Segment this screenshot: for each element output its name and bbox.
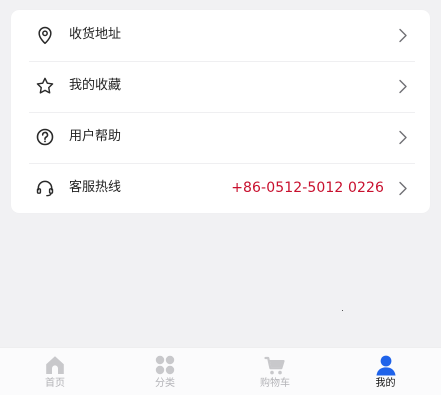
my-account-page: 收货地址 我的收藏 用户帮助 客服热线 +86-0512-5012 0226 首… — [0, 0, 441, 395]
tab-cart[interactable]: 购物车 — [220, 348, 330, 395]
menu-item-service-hotline[interactable]: 客服热线 +86-0512-5012 0226 — [11, 163, 430, 214]
service-hotline-label: 客服热线 — [69, 180, 122, 195]
headset-icon — [36, 180, 54, 197]
tab-mine-label: 我的 — [375, 378, 396, 389]
chevron-right-icon — [399, 130, 407, 145]
tab-mine[interactable]: 我的 — [330, 348, 441, 395]
category-icon — [155, 355, 175, 375]
tab-category-label: 分类 — [155, 378, 175, 389]
menu-item-favorites[interactable]: 我的收藏 — [11, 61, 430, 112]
user-help-label: 用户帮助 — [69, 129, 122, 144]
tab-cart-label: 购物车 — [260, 378, 290, 389]
menu-item-shipping-address[interactable]: 收货地址 — [11, 10, 430, 61]
stray-dot — [342, 310, 343, 311]
home-icon — [46, 356, 64, 374]
chevron-right-icon — [399, 79, 407, 94]
tab-home-label: 首页 — [45, 378, 65, 389]
tab-category[interactable]: 分类 — [110, 348, 220, 395]
menu-item-user-help[interactable]: 用户帮助 — [11, 112, 430, 163]
location-pin-icon — [38, 26, 52, 45]
chevron-right-icon — [399, 28, 407, 43]
cart-icon — [264, 356, 285, 375]
tab-home[interactable]: 首页 — [0, 348, 110, 395]
service-hotline-number[interactable]: +86-0512-5012 0226 — [231, 178, 384, 198]
favorites-label: 我的收藏 — [69, 78, 122, 93]
star-icon — [36, 77, 54, 94]
shipping-address-label: 收货地址 — [69, 27, 122, 42]
account-menu-card: 收货地址 我的收藏 用户帮助 客服热线 +86-0512-5012 0226 — [11, 10, 430, 213]
user-icon — [376, 355, 395, 376]
chevron-right-icon — [399, 181, 407, 196]
help-circle-icon — [36, 128, 54, 146]
bottom-tab-bar: 首页 分类 购物车 我的 — [0, 347, 441, 395]
